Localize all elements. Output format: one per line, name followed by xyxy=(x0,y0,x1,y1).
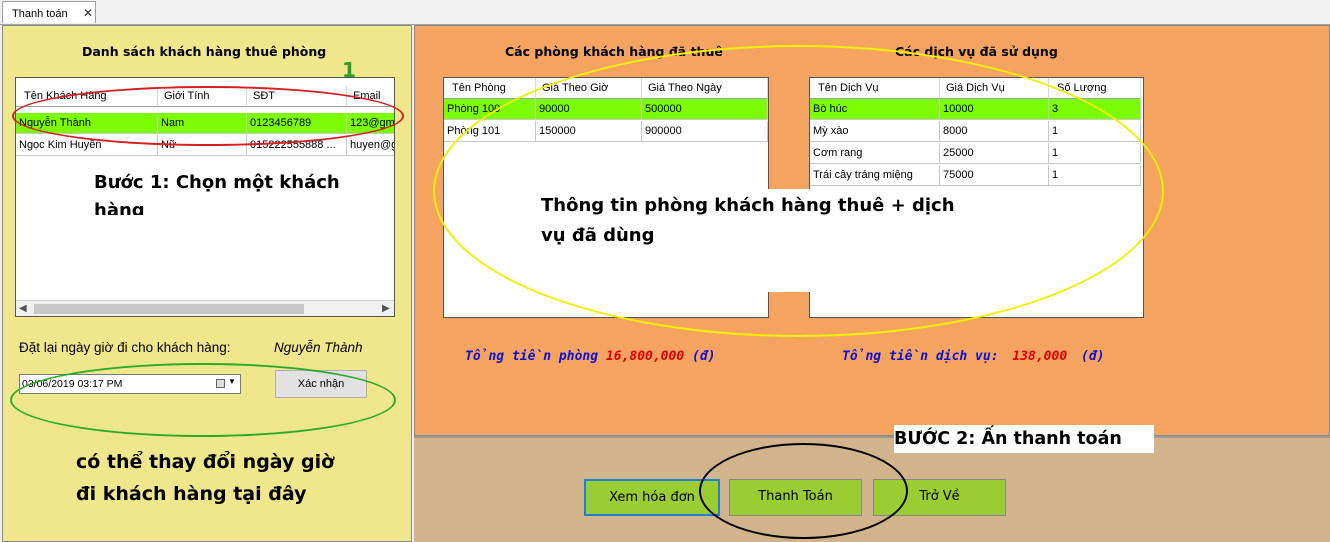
column-header[interactable]: Email xyxy=(347,86,394,107)
table-cell: Nguyễn Thành xyxy=(16,113,158,134)
table-cell: 500000 xyxy=(642,99,768,120)
table-cell: Mỳ xào xyxy=(810,121,940,142)
room-total-value: 16,800,000 xyxy=(605,349,685,364)
scrollbar-thumb[interactable] xyxy=(34,304,304,314)
view-invoice-button[interactable]: Xem hóa đơn xyxy=(584,479,720,516)
services-title: Các dịch vụ đã sử dụng xyxy=(895,44,1058,59)
table-row[interactable]: Cơm rang 25000 1 xyxy=(810,143,1143,165)
note-line-1: có thể thay đổi ngày giờ xyxy=(76,451,335,473)
table-cell: 90000 xyxy=(536,99,642,120)
selected-customer-name: Nguyễn Thành xyxy=(274,340,363,355)
info-annotation: Thông tin phòng khách hàng thuê + dịch v… xyxy=(541,191,955,251)
confirm-button[interactable]: Xác nhận xyxy=(275,370,367,398)
step1-annotation: Bước 1: Chọn một khách hàng xyxy=(94,169,340,215)
table-cell: Phòng 100 xyxy=(444,99,536,120)
table-cell: 150000 xyxy=(536,121,642,142)
table-row[interactable]: Mỳ xào 8000 1 xyxy=(810,121,1143,143)
calendar-icon[interactable] xyxy=(216,379,225,388)
chevron-down-icon[interactable]: ▼ xyxy=(228,377,236,386)
note-line-2: đi khách hàng tại đây xyxy=(76,483,307,505)
room-total-unit: (đ) xyxy=(692,349,716,364)
column-header[interactable]: SĐT xyxy=(247,86,347,107)
table-row[interactable]: Bò húc 10000 3 xyxy=(810,99,1143,121)
column-header[interactable]: Giá Theo Ngày xyxy=(642,78,768,99)
table-cell: 8000 xyxy=(940,121,1049,142)
table-row[interactable]: Ngọc Kim Huyền Nữ 015222555888 ... huyen… xyxy=(16,135,394,157)
tab-strip: Thanh toán ✕ xyxy=(0,0,1330,25)
back-button[interactable]: Trở Về xyxy=(873,479,1006,516)
table-cell: Cơm rang xyxy=(810,143,940,164)
datetime-note: có thể thay đổi ngày giờ đi khách hàng t… xyxy=(76,446,334,510)
table-cell: 1 xyxy=(1049,165,1141,186)
table-cell: Phòng 101 xyxy=(444,121,536,142)
tab-thanh-toan[interactable]: Thanh toán ✕ xyxy=(2,1,96,23)
table-cell: 1 xyxy=(1049,121,1141,142)
customer-list-title: Danh sách khách hàng thuê phòng xyxy=(82,44,327,59)
table-cell: 0123456789 xyxy=(247,113,347,134)
step1-line-1: Bước 1: Chọn một khách xyxy=(94,172,340,193)
table-cell: Nam xyxy=(158,113,247,134)
service-total: Tổng tiền dịch vụ: 138,000 (đ) xyxy=(842,349,1104,364)
table-cell: huyen@g xyxy=(347,135,394,156)
table-cell: 123@gma xyxy=(347,113,394,134)
room-total: Tổng tiền phòng 16,800,000 (đ) xyxy=(465,349,715,364)
datetime-picker[interactable]: 03/06/2019 03:17 PM ▼ xyxy=(19,374,241,394)
table-cell: 25000 xyxy=(940,143,1049,164)
datetime-value: 03/06/2019 03:17 PM xyxy=(22,378,123,390)
table-cell: 1 xyxy=(1049,143,1141,164)
table-row[interactable]: Nguyễn Thành Nam 0123456789 123@gma xyxy=(16,113,394,135)
action-panel xyxy=(414,436,1330,542)
step2-annotation: BƯỚC 2: Ấn thanh toán xyxy=(894,425,1154,453)
table-cell: 75000 xyxy=(940,165,1049,186)
pay-button[interactable]: Thanh Toán xyxy=(729,479,862,516)
column-header[interactable]: Giá Dịch Vụ xyxy=(940,78,1049,99)
table-cell: Nữ xyxy=(158,135,247,156)
rooms-title: Các phòng khách hàng đã thuê xyxy=(505,44,723,59)
tab-label: Thanh toán xyxy=(12,8,68,20)
table-cell: 10000 xyxy=(940,99,1049,120)
info-line-1: Thông tin phòng khách hàng thuê + dịch xyxy=(541,195,955,216)
column-header[interactable]: Tên Dịch Vụ xyxy=(810,78,940,99)
table-row[interactable]: Trái cây tráng miệng 75000 1 xyxy=(810,165,1143,187)
customer-grid-header: Tên Khách Hàng Giới Tính SĐT Email xyxy=(16,86,394,108)
table-cell: Bò húc xyxy=(810,99,940,120)
column-header[interactable]: Tên Khách Hàng xyxy=(16,86,158,107)
table-cell: Trái cây tráng miệng xyxy=(810,165,940,186)
service-total-value: 138,000 xyxy=(1012,349,1068,364)
table-cell: 015222555888 ... xyxy=(247,135,347,156)
service-total-unit: (đ) xyxy=(1081,349,1105,364)
column-header[interactable]: Tên Phòng xyxy=(444,78,536,99)
step1-line-2: hàng xyxy=(94,200,145,215)
table-cell: 900000 xyxy=(642,121,768,142)
reset-datetime-label: Đặt lại ngày giờ đi cho khách hàng: xyxy=(19,340,231,355)
horizontal-scrollbar[interactable]: ◀ ▶ xyxy=(16,300,394,316)
scroll-left-icon[interactable]: ◀ xyxy=(19,303,27,314)
services-grid-header: Tên Dịch Vụ Giá Dịch Vụ Số Lượng xyxy=(810,78,1143,100)
column-header[interactable]: Số Lượng xyxy=(1049,78,1141,99)
scroll-right-icon[interactable]: ▶ xyxy=(382,303,390,314)
column-header[interactable]: Giá Theo Giờ xyxy=(536,78,642,99)
service-total-label: Tổng tiền dịch vụ: xyxy=(842,349,999,364)
table-row[interactable]: Phòng 101 150000 900000 xyxy=(444,121,768,143)
table-row[interactable]: Phòng 100 90000 500000 xyxy=(444,99,768,121)
close-icon[interactable]: ✕ xyxy=(83,6,93,20)
info-line-2: vụ đã dùng xyxy=(541,225,655,246)
rooms-grid-header: Tên Phòng Giá Theo Giờ Giá Theo Ngày xyxy=(444,78,768,100)
table-cell: 3 xyxy=(1049,99,1141,120)
room-total-label: Tổng tiền phòng xyxy=(465,349,599,364)
table-cell: Ngọc Kim Huyền xyxy=(16,135,158,156)
column-header[interactable]: Giới Tính xyxy=(158,86,247,107)
